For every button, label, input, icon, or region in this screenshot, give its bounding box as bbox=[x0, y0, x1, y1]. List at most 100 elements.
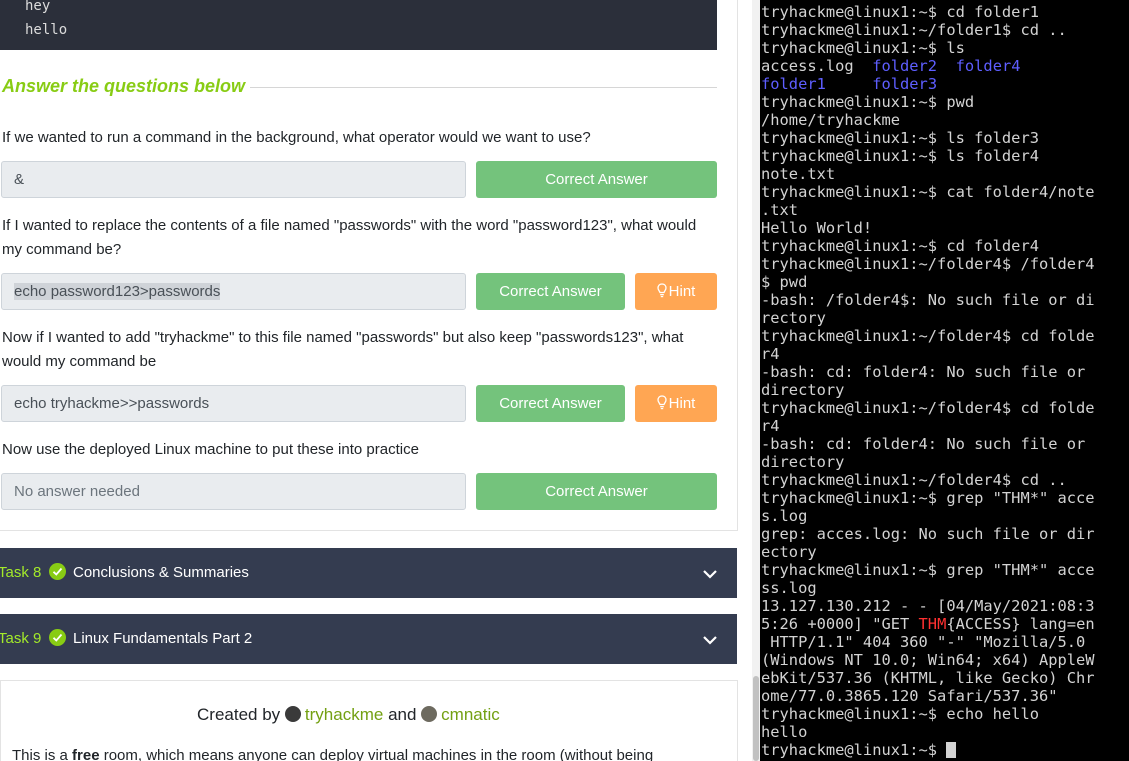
terminal-line: ebKit/537.36 (KHTML, like Gecko) Chr bbox=[761, 669, 1095, 687]
heading-divider bbox=[250, 87, 717, 88]
terminal-text: .txt bbox=[761, 201, 799, 219]
task-header-8[interactable]: Task 8 Conclusions & Summaries bbox=[0, 548, 737, 598]
hint-label: Hint bbox=[668, 395, 696, 412]
terminal-cursor bbox=[946, 742, 957, 758]
answer-value-selected: echo password123>passwords bbox=[14, 283, 221, 300]
terminal-line: tryhackme@linux1:~$ cd folder4 bbox=[761, 237, 1095, 255]
terminal-text: tryhackme@linux1:~$ echo hello bbox=[761, 705, 1039, 723]
avatar-icon bbox=[421, 706, 438, 722]
questions-heading: Answer the questions below bbox=[2, 76, 246, 96]
terminal[interactable]: tryhackme@linux1:~$ cd folder1 tryhackme@… bbox=[760, 0, 1129, 761]
task-card: hey hello Answer the questions below If … bbox=[0, 0, 738, 531]
question-text: Now use the deployed Linux machine to pu… bbox=[2, 441, 419, 458]
hint-label: Hint bbox=[668, 283, 696, 300]
terminal-line: 5:26 +0000] "GET THM{ACCESS} lang=en bbox=[761, 615, 1095, 633]
correct-answer-button[interactable]: Correct Answer bbox=[476, 273, 625, 310]
terminal-line: tryhackme@linux1:~/folder1$ cd .. bbox=[761, 21, 1095, 39]
answer-field[interactable]: No answer needed bbox=[1, 473, 466, 510]
terminal-text: tryhackme@linux1:~/folder4$ cd folde bbox=[761, 327, 1095, 345]
terminal-line: tryhackme@linux1:~/folder4$ cd folde bbox=[761, 327, 1095, 345]
terminal-text: tryhackme@linux1:~$ ls folder4 bbox=[761, 147, 1039, 165]
terminal-line: tryhackme@linux1:~/folder4$ cd folde bbox=[761, 399, 1095, 417]
terminal-line: tryhackme@linux1:~$ echo hello bbox=[761, 705, 1095, 723]
terminal-line: 13.127.130.212 - - [04/May/2021:08:3 bbox=[761, 597, 1095, 615]
terminal-text: grep: acces.log: No such file or dir bbox=[761, 525, 1095, 543]
terminal-text: $ pwd bbox=[761, 273, 808, 291]
terminal-text: ebKit/537.36 (KHTML, like Gecko) Chr bbox=[761, 669, 1095, 687]
correct-answer-button[interactable]: Correct Answer bbox=[476, 161, 717, 198]
chevron-down-icon[interactable] bbox=[702, 632, 718, 649]
terminal-text: folder4 bbox=[955, 57, 1021, 75]
answer-field[interactable]: echo tryhackme>>passwords bbox=[1, 385, 466, 422]
correct-answer-button[interactable]: Correct Answer bbox=[476, 385, 625, 422]
terminal-line: tryhackme@linux1:~$ pwd bbox=[761, 93, 1095, 111]
terminal-line: tryhackme@linux1:~$ ls bbox=[761, 39, 1095, 57]
terminal-text: -bash: /folder4$: No such file or di bbox=[761, 291, 1095, 309]
chevron-down-icon[interactable] bbox=[702, 566, 718, 583]
scrollbar-thumb[interactable] bbox=[753, 676, 759, 761]
terminal-text: 13.127.130.212 - - [04/May/2021:08:3 bbox=[761, 597, 1095, 615]
question-text: If we wanted to run a command in the bac… bbox=[2, 129, 591, 146]
task-header-9[interactable]: Task 9 Linux Fundamentals Part 2 bbox=[0, 614, 737, 664]
terminal-text: Hello World! bbox=[761, 219, 873, 237]
terminal-text: tryhackme@linux1:~$ cd folder1 bbox=[761, 3, 1039, 21]
terminal-text: tryhackme@linux1:~/folder1$ cd .. bbox=[761, 21, 1067, 39]
task-title: Linux Fundamentals Part 2 bbox=[73, 630, 253, 647]
terminal-line: /home/tryhackme bbox=[761, 111, 1095, 129]
terminal-text: s.log bbox=[761, 507, 808, 525]
terminal-line: r4 bbox=[761, 345, 1095, 363]
avatar-icon bbox=[284, 706, 301, 722]
terminal-text: access.log bbox=[761, 57, 873, 75]
terminal-line: -bash: /folder4$: No such file or di bbox=[761, 291, 1095, 309]
terminal-text: -bash: cd: folder4: No such file or bbox=[761, 363, 1086, 381]
terminal-line: ectory bbox=[761, 543, 1095, 561]
room-content-pane: hey hello Answer the questions below If … bbox=[0, 0, 752, 761]
code-line: hello bbox=[25, 22, 68, 38]
terminal-line: (Windows NT 10.0; Win64; x64) AppleW bbox=[761, 651, 1095, 669]
terminal-line: tryhackme@linux1:~/folder4$ /folder4 bbox=[761, 255, 1095, 273]
terminal-line: tryhackme@linux1:~$ grep "THM*" acce bbox=[761, 489, 1095, 507]
terminal-line: tryhackme@linux1:~$ grep "THM*" acce bbox=[761, 561, 1095, 579]
terminal-line: s.log bbox=[761, 507, 1095, 525]
hint-button[interactable]: Hint bbox=[635, 385, 717, 422]
terminal-text: tryhackme@linux1:~/folder4$ /folder4 bbox=[761, 255, 1095, 273]
terminal-text: rectory bbox=[761, 309, 826, 327]
terminal-line: .txt bbox=[761, 201, 1095, 219]
correct-answer-button[interactable]: Correct Answer bbox=[476, 473, 717, 510]
hint-button[interactable]: Hint bbox=[635, 273, 717, 310]
terminal-line: r4 bbox=[761, 417, 1095, 435]
terminal-text: tryhackme@linux1:~$ grep "THM*" acce bbox=[761, 561, 1095, 579]
terminal-line: rectory bbox=[761, 309, 1095, 327]
terminal-line: directory bbox=[761, 381, 1095, 399]
terminal-line: tryhackme@linux1:~$ ls folder3 bbox=[761, 129, 1095, 147]
terminal-line: folder1 folder3 bbox=[761, 75, 1095, 93]
terminal-text: folder3 bbox=[872, 75, 938, 93]
room-info-text: This is a free room, which means anyone … bbox=[12, 747, 653, 761]
scrollbar[interactable] bbox=[752, 0, 760, 761]
terminal-text: HTTP/1.1" 404 360 "-" "Mozilla/5.0 bbox=[761, 633, 1086, 651]
created-by: Created by tryhackme and cmnatic bbox=[197, 705, 500, 725]
and-label: and bbox=[388, 705, 417, 724]
terminal-text: tryhackme@linux1:~$ pwd bbox=[761, 93, 975, 111]
answer-field[interactable]: echo password123>passwords bbox=[1, 273, 466, 310]
task-number: Task 9 bbox=[0, 630, 42, 647]
code-block: hey hello bbox=[0, 0, 717, 50]
terminal-text: tryhackme@linux1:~$ ls folder3 bbox=[761, 129, 1039, 147]
info-text: room, which means anyone can deploy virt… bbox=[99, 747, 654, 761]
terminal-text: tryhackme@linux1:~$ cd folder4 bbox=[761, 237, 1039, 255]
check-circle-icon bbox=[49, 563, 66, 580]
terminal-text: tryhackme@linux1:~$ grep "THM*" acce bbox=[761, 489, 1095, 507]
code-line: hey bbox=[25, 0, 51, 14]
terminal-output: tryhackme@linux1:~$ cd folder1 tryhackme@… bbox=[761, 3, 1095, 759]
terminal-line: tryhackme@linux1:~$ cd folder1 bbox=[761, 3, 1095, 21]
author-link[interactable]: tryhackme bbox=[305, 705, 383, 724]
terminal-text: 5:26 +0000] "GET bbox=[761, 615, 919, 633]
author-link[interactable]: cmnatic bbox=[441, 705, 500, 724]
answer-field[interactable]: & bbox=[1, 161, 466, 198]
terminal-text: THM bbox=[918, 615, 947, 633]
terminal-line: tryhackme@linux1:~$ ls folder4 bbox=[761, 147, 1095, 165]
terminal-text: ectory bbox=[761, 543, 817, 561]
room-footer: Created by tryhackme and cmnatic This is… bbox=[0, 680, 738, 761]
